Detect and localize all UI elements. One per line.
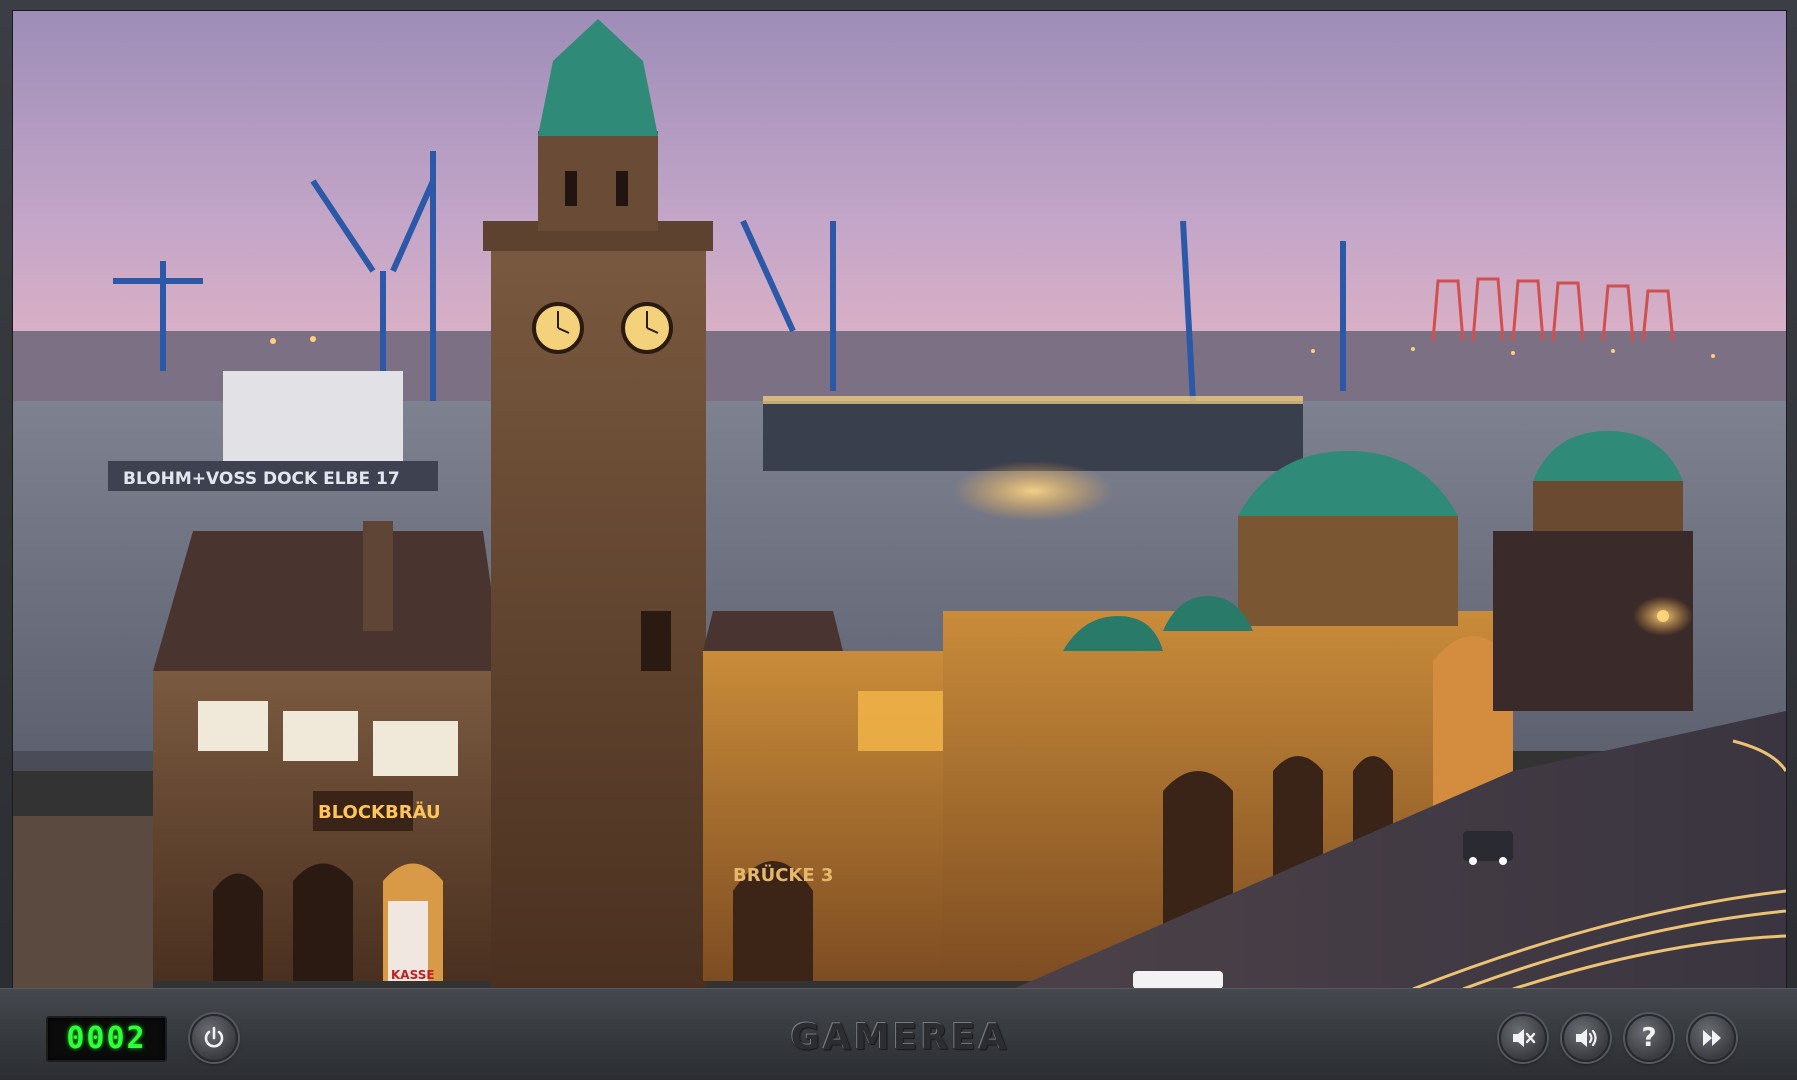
mute-button[interactable] [1499, 1014, 1547, 1062]
game-scene[interactable]: BLOHM+VOSS DOCK ELBE 17 BLOCKBRÄU KASSE … [12, 10, 1787, 990]
floating-dock [763, 401, 1303, 471]
control-bar: 0002 GAMEREA ? [0, 988, 1797, 1080]
tower-belfry [538, 131, 658, 231]
dock-sign: BLOHM+VOSS DOCK ELBE 17 [123, 469, 400, 489]
fast-forward-icon [1703, 1030, 1721, 1046]
power-icon [204, 1026, 224, 1048]
bridge-sign: BRÜCKE 3 [733, 864, 833, 886]
volume-button[interactable] [1562, 1014, 1610, 1062]
gamerea-logo: GAMEREA [790, 1017, 1010, 1058]
help-button[interactable]: ? [1625, 1014, 1673, 1062]
car [1463, 831, 1513, 861]
chimney [363, 521, 393, 631]
roof-west [153, 531, 503, 671]
harbor-photo[interactable]: BLOHM+VOSS DOCK ELBE 17 BLOCKBRÄU KASSE … [13, 11, 1786, 989]
kasse-sign: KASSE [391, 968, 435, 982]
restaurant-sign: BLOCKBRÄU [318, 801, 441, 823]
speaker-volume-icon [1576, 1029, 1597, 1047]
clock-tower [491, 231, 706, 989]
white-van [1133, 971, 1223, 989]
speaker-mute-icon [1513, 1029, 1536, 1047]
game-window: BLOHM+VOSS DOCK ELBE 17 BLOCKBRÄU KASSE … [0, 0, 1797, 1080]
timer-display: 0002 [46, 1016, 167, 1062]
power-button[interactable] [190, 1014, 238, 1062]
white-hall [223, 371, 403, 461]
question-icon: ? [1641, 1023, 1657, 1053]
skip-button[interactable] [1688, 1014, 1736, 1062]
